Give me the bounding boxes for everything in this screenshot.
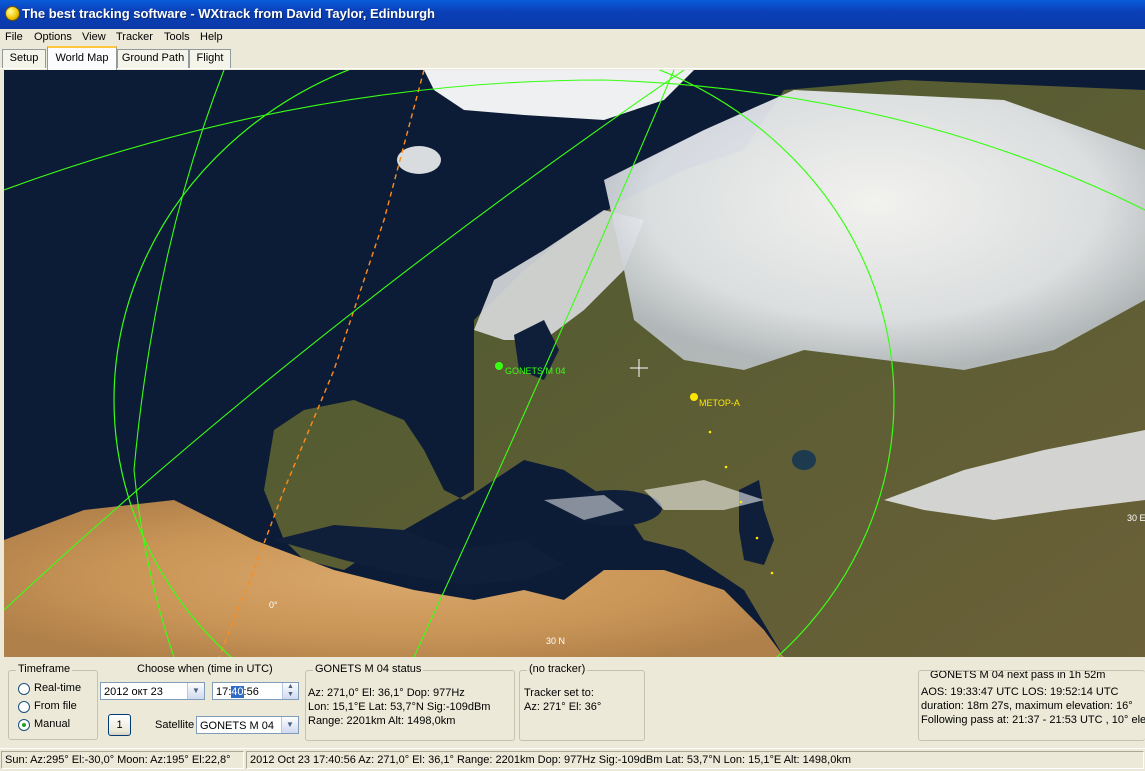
tab-world-map[interactable]: World Map xyxy=(47,46,117,70)
next-pass-line-duration: duration: 18m 27s, maximum elevation: 16… xyxy=(921,700,1133,712)
chevron-down-icon[interactable]: ▼ xyxy=(281,717,298,733)
menu-tools[interactable]: Tools xyxy=(164,31,190,43)
statusbar-sun-moon: Sun: Az:295° El:-30,0° Moon: Az:195° El:… xyxy=(1,751,244,769)
date-picker[interactable]: 2012 окт 23 ▼ xyxy=(100,682,205,700)
menu-view[interactable]: View xyxy=(82,31,106,43)
tracker-group: (no tracker) Tracker set to: Az: 271° El… xyxy=(519,663,645,741)
grid-label-lon30: 30 E xyxy=(1127,513,1145,523)
gonets-satellite-label: GONETS M 04 xyxy=(505,366,566,376)
tab-ground-path[interactable]: Ground Path xyxy=(117,49,189,68)
tab-flight[interactable]: Flight xyxy=(189,49,231,68)
world-map[interactable]: GONETS M 04 METOP-A 0° 30 N 30 E xyxy=(4,70,1145,657)
menu-file[interactable]: File xyxy=(5,31,23,43)
control-panel: Timeframe Real-time From file Manual Cho… xyxy=(0,657,1145,745)
radio-manual[interactable] xyxy=(18,719,30,731)
time-hours: 17: xyxy=(216,686,232,698)
metop-track-dot xyxy=(755,536,759,540)
status-line-lonlat: Lon: 15,1°E Lat: 53,7°N Sig:-109dBm xyxy=(308,701,491,713)
radio-realtime-label[interactable]: Real-time xyxy=(34,682,81,694)
status-line-range: Range: 2201km Alt: 1498,0km xyxy=(308,715,456,727)
tracker-line-1: Tracker set to: xyxy=(524,687,594,699)
status-line-azel: Az: 271,0° El: 36,1° Dop: 977Hz xyxy=(308,687,465,699)
title-bar[interactable]: The best tracking software - WXtrack fro… xyxy=(0,0,1145,29)
menu-options[interactable]: Options xyxy=(34,31,72,43)
time-input[interactable]: 17:40:56 ▲ ▼ xyxy=(212,682,299,700)
status-group: GONETS M 04 status Az: 271,0° El: 36,1° … xyxy=(305,663,515,741)
menu-help[interactable]: Help xyxy=(200,31,223,43)
time-seconds: :56 xyxy=(243,686,259,698)
next-pass-title: GONETS M 04 next pass in 1h 52m xyxy=(928,670,1108,681)
timeframe-title: Timeframe xyxy=(16,663,73,675)
radio-from-file[interactable] xyxy=(18,701,30,713)
menu-tracker[interactable]: Tracker xyxy=(116,31,153,43)
chevron-down-icon[interactable]: ▼ xyxy=(187,683,204,699)
status-title: GONETS M 04 status xyxy=(313,663,424,675)
radio-realtime[interactable] xyxy=(18,683,30,695)
map-canvas[interactable]: GONETS M 04 METOP-A 0° 30 N 30 E xyxy=(4,70,1145,657)
choose-when-title: Choose when (time in UTC) xyxy=(137,663,273,675)
gonets-satellite-marker[interactable] xyxy=(495,362,503,370)
grid-label-lat30: 30 N xyxy=(546,636,565,646)
spin-up-icon[interactable]: ▲ xyxy=(283,683,298,691)
menu-bar: File Options View Tracker Tools Help xyxy=(0,29,1145,46)
satellite-select[interactable]: GONETS M 04 ▼ xyxy=(196,716,299,734)
satellite-label: Satellite xyxy=(155,719,195,731)
next-pass-line-following: Following pass at: 21:37 - 21:53 UTC , 1… xyxy=(921,714,1145,726)
tracker-title: (no tracker) xyxy=(527,663,588,675)
time-minutes-selected[interactable]: 40 xyxy=(231,686,244,698)
step-button[interactable]: 1 xyxy=(108,714,131,736)
window-title: The best tracking software - WXtrack fro… xyxy=(22,6,435,21)
metop-track-dot xyxy=(739,500,743,504)
tab-setup[interactable]: Setup xyxy=(2,49,46,68)
tracker-line-2: Az: 271° El: 36° xyxy=(524,701,602,713)
grid-label-lon0: 0° xyxy=(269,600,278,610)
tab-strip: Setup World Map Ground Path Flight xyxy=(0,46,1145,70)
metop-track-dot xyxy=(708,430,712,434)
app-icon[interactable] xyxy=(5,6,20,21)
satellite-value: GONETS M 04 xyxy=(200,720,274,732)
iceland-land xyxy=(397,146,441,174)
statusbar-satellite: 2012 Oct 23 17:40:56 Az: 271,0° El: 36,1… xyxy=(246,751,1144,769)
metop-track-dot xyxy=(770,571,774,575)
next-pass-group: GONETS M 04 next pass in 1h 52m AOS: 19:… xyxy=(918,670,1145,741)
radio-from-file-label[interactable]: From file xyxy=(34,700,77,712)
timeframe-group: Timeframe Real-time From file Manual xyxy=(8,663,98,740)
time-spinner[interactable]: ▲ ▼ xyxy=(282,683,298,699)
status-bar: Sun: Az:295° El:-30,0° Moon: Az:195° El:… xyxy=(0,748,1145,771)
metop-satellite-marker[interactable] xyxy=(690,393,698,401)
next-pass-line-aos: AOS: 19:33:47 UTC LOS: 19:52:14 UTC xyxy=(921,686,1119,698)
aral-sea xyxy=(792,450,816,470)
metop-track-dot xyxy=(724,465,728,469)
spin-down-icon[interactable]: ▼ xyxy=(283,691,298,699)
metop-satellite-label: METOP-A xyxy=(699,398,740,408)
date-value: 2012 окт 23 xyxy=(104,686,163,698)
radio-manual-label[interactable]: Manual xyxy=(34,718,70,730)
